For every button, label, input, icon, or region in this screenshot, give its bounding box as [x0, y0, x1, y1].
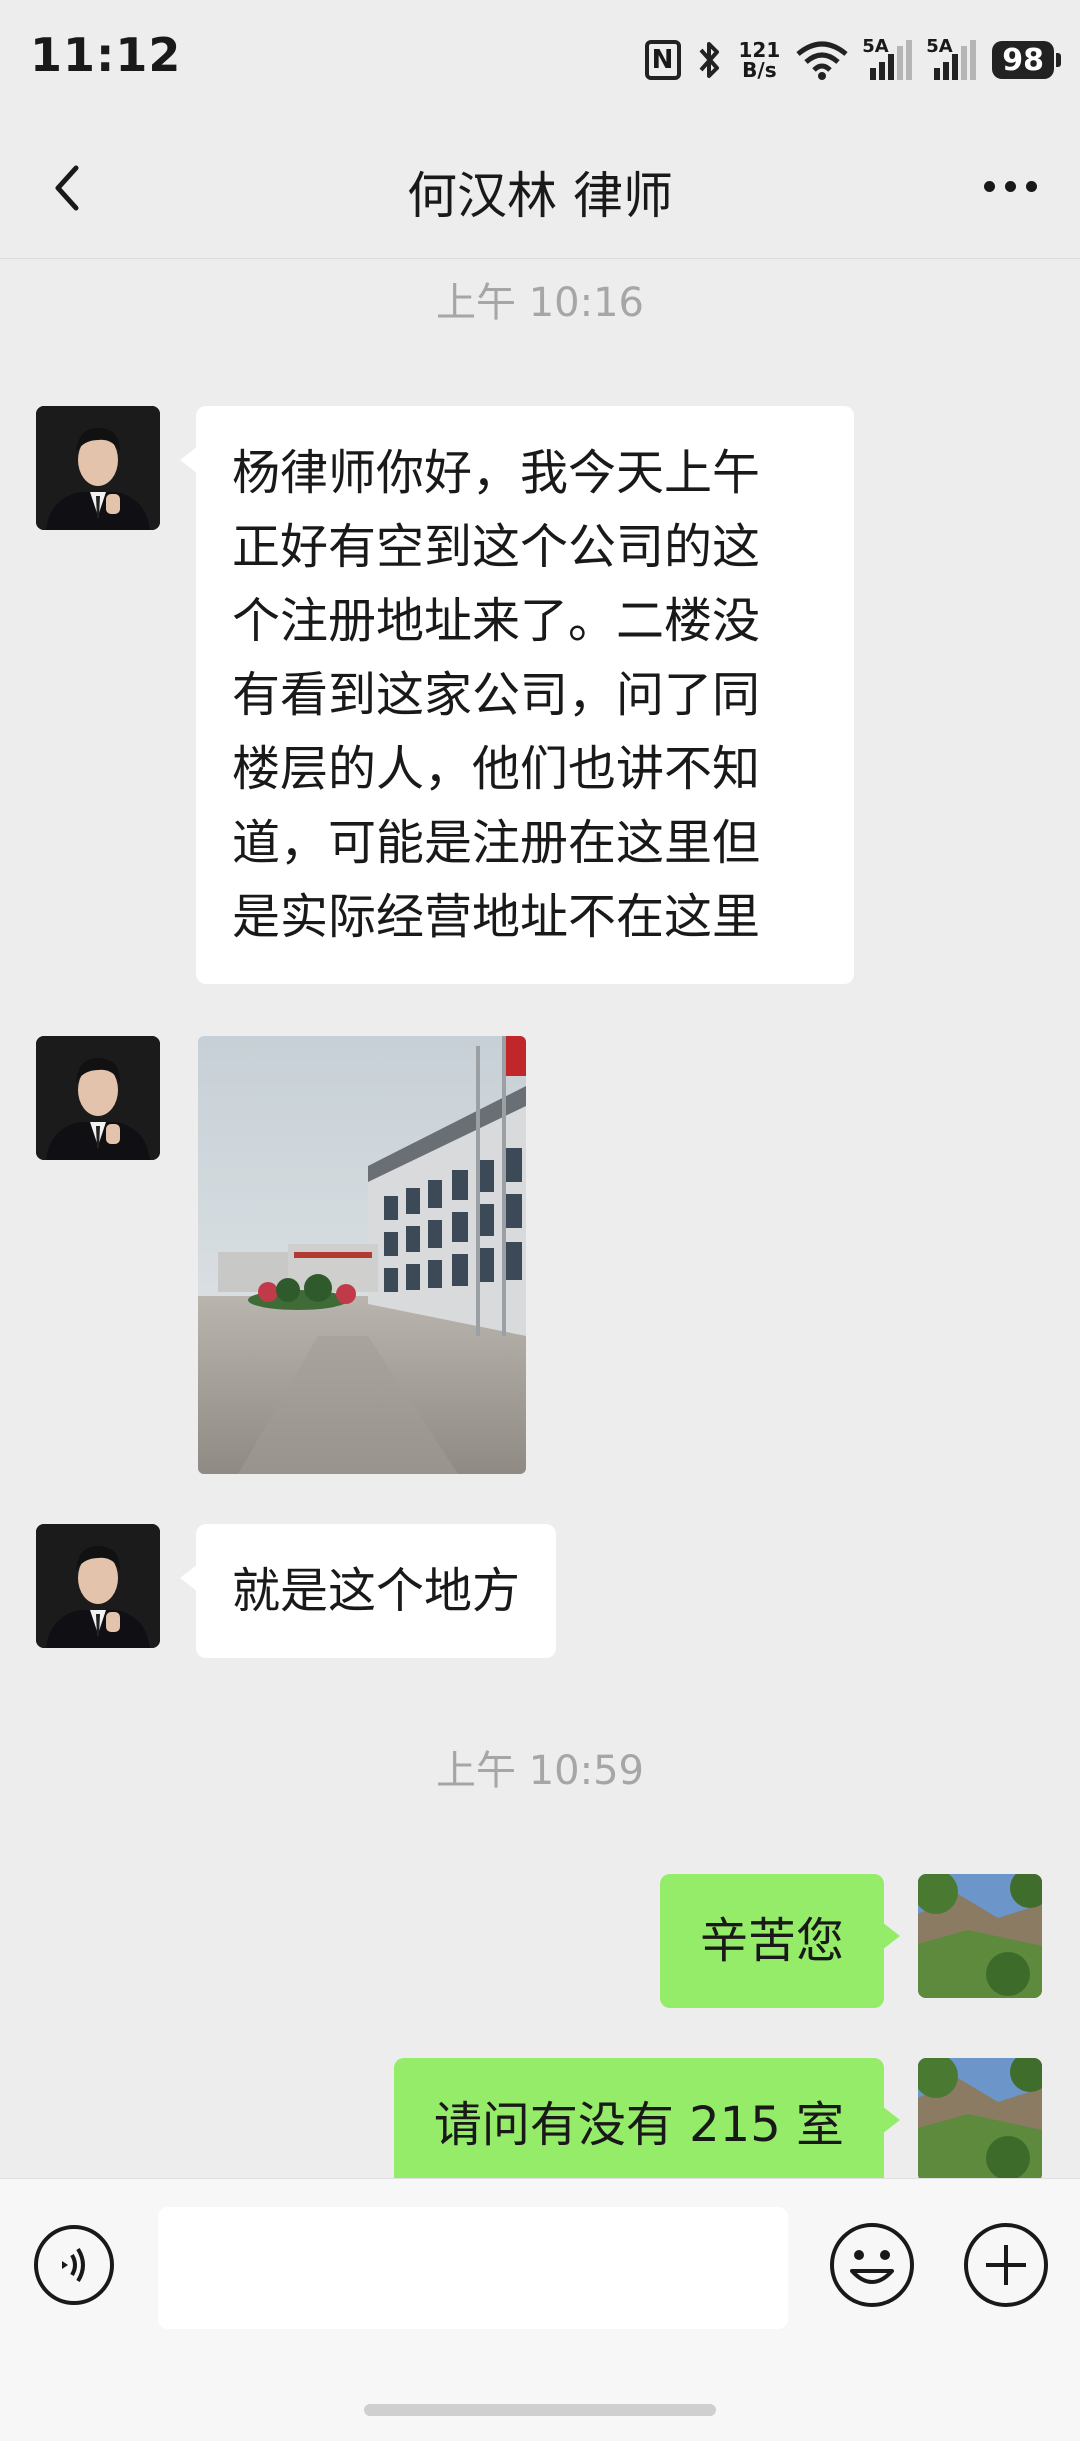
message-text-line: 有看到这家公司，问了同 — [232, 667, 761, 723]
net-speed-unit: B/s — [742, 58, 777, 82]
chat-input-bar — [0, 2178, 1080, 2441]
message-text-line: 是实际经营地址不在这里 — [232, 889, 761, 945]
building-photo — [198, 1036, 526, 1474]
chat-title: 何汉林 律师 — [407, 167, 673, 225]
status-bar: 11:12 N 121 B/s 5A 5A 98 — [0, 0, 1080, 120]
signal-icon-sim2: 5A — [926, 36, 977, 80]
status-icons: N 121 B/s 5A 5A 98 — [644, 36, 1061, 84]
avatar-lawyer[interactable] — [36, 1036, 160, 1160]
signal-icon-sim1: 5A — [862, 36, 913, 80]
nfc-icon: N — [644, 40, 681, 80]
avatar-me[interactable] — [918, 1874, 1042, 1998]
sim1-label: 5A — [862, 36, 889, 57]
avatar-lawyer[interactable] — [36, 406, 160, 530]
voice-icon[interactable] — [32, 2223, 116, 2307]
chat-header: 何汉林 律师 — [0, 120, 1080, 259]
sim2-label: 5A — [926, 36, 953, 57]
net-speed: 121 B/s — [739, 40, 781, 80]
emoji-icon[interactable] — [828, 2221, 916, 2309]
message-bubble-me[interactable]: 辛苦您 — [659, 1874, 901, 2008]
image-message[interactable] — [198, 1036, 526, 1474]
bluetooth-icon — [699, 42, 719, 78]
message-text: 请问有没有 215 室 — [433, 2097, 844, 2153]
message-bubble-me[interactable]: 请问有没有 215 室 — [393, 2058, 901, 2192]
home-indicator[interactable] — [364, 2404, 716, 2416]
avatar-lawyer[interactable] — [36, 1524, 160, 1648]
message-text-line: 个注册地址来了。二楼没 — [232, 593, 761, 649]
message-input[interactable] — [158, 2207, 788, 2329]
net-speed-value: 121 — [738, 38, 781, 62]
message-text: 辛苦您 — [699, 1913, 844, 1969]
battery-icon: 98 — [992, 41, 1061, 79]
message-text-line: 杨律师你好，我今天上午 — [232, 445, 761, 501]
more-dots-icon[interactable] — [970, 156, 1050, 216]
nfc-label: N — [651, 45, 674, 75]
message-text-line: 楼层的人，他们也讲不知 — [232, 741, 761, 797]
message-timestamp: 上午 10:59 — [436, 1748, 644, 1794]
message-text-line: 正好有空到这个公司的这 — [232, 519, 761, 575]
message-bubble-lawyer[interactable]: 就是这个地方 — [179, 1524, 557, 1658]
wifi-icon — [796, 41, 848, 80]
message-bubble-lawyer[interactable]: 杨律师你好，我今天上午 正好有空到这个公司的这 个注册地址来了。二楼没 有看到这… — [180, 406, 854, 984]
plus-icon[interactable] — [962, 2221, 1050, 2309]
battery-level: 98 — [1002, 42, 1044, 78]
message-text-line: 道，可能是注册在这里但 — [232, 815, 761, 871]
message-timestamp: 上午 10:16 — [436, 280, 644, 326]
message-text: 就是这个地方 — [232, 1563, 521, 1619]
status-time: 11:12 — [30, 28, 182, 82]
avatar-me[interactable] — [918, 2058, 1042, 2182]
